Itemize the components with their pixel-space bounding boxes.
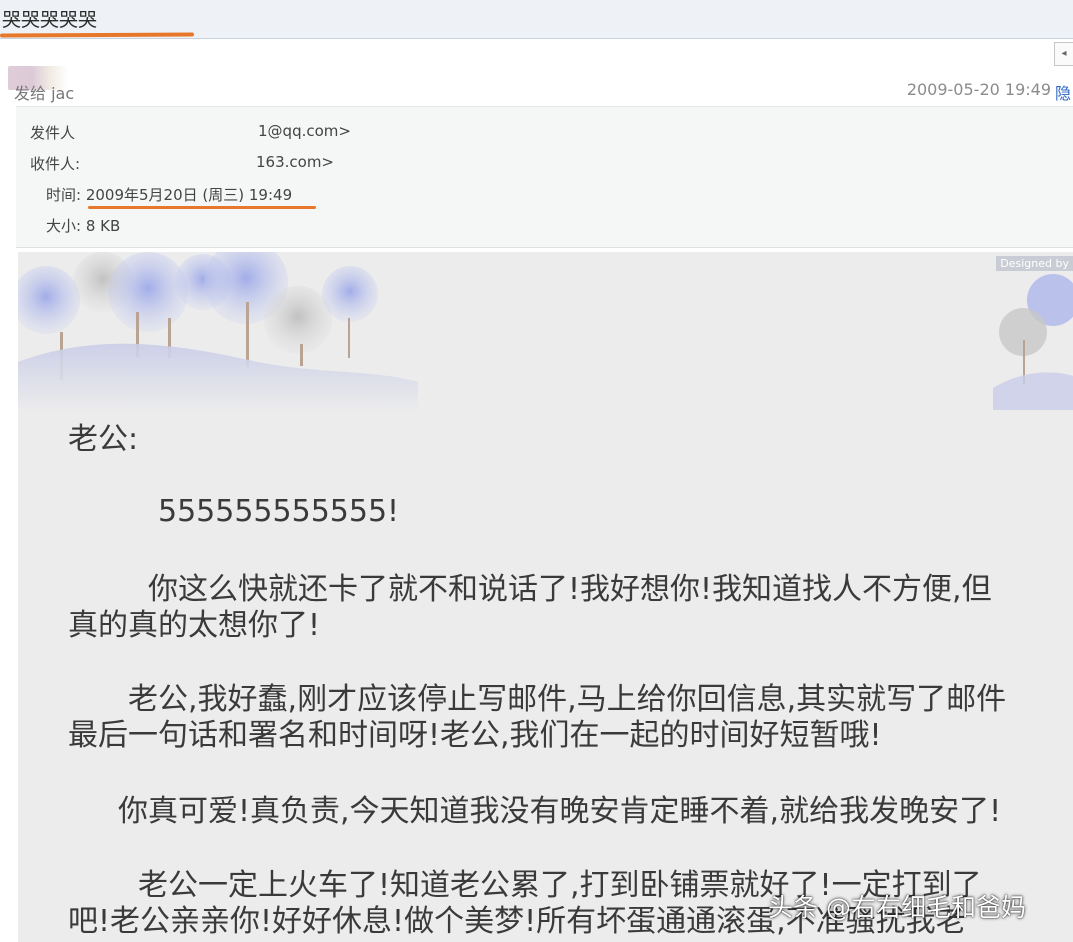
hide-details-link[interactable]: 隐 xyxy=(1055,80,1071,104)
letter-line: 最后一句话和署名和时间呀!老公,我们在一起的时间好短暂哦! xyxy=(68,718,882,753)
tree-banner-illustration xyxy=(18,252,418,412)
letter-line: 你这么快就还卡了就不和说话了!我好想你!我知道找人不方便,但 xyxy=(148,572,992,607)
mail-header-panel xyxy=(16,106,1073,248)
letter-paragraph: 你真可爱!真负责,今天知道我没有晚安肯定睡不着,就给我发晚安了! xyxy=(68,794,1001,830)
from-row: 发件人 xyxy=(30,122,75,143)
from-address[interactable]: 1@qq.com> xyxy=(258,122,351,140)
sender-summary-text: 发给 jac xyxy=(14,84,75,103)
size-row: 大小: 8 KB xyxy=(46,215,120,236)
arrow-left-icon[interactable]: ◂ xyxy=(1054,42,1073,66)
time-label: 时间: xyxy=(46,186,82,204)
letter-greeting: 老公: xyxy=(68,422,139,457)
to-row: 收件人: xyxy=(30,153,80,174)
to-address[interactable]: 163.com> xyxy=(256,153,334,171)
letter-line: 你真可爱!真负责,今天知道我没有晚安肯定睡不着,就给我发晚安了! xyxy=(118,794,1002,829)
designed-by-tag: Designed by xyxy=(996,256,1073,271)
mail-subject-title: 哭哭哭哭哭 xyxy=(2,9,98,31)
watermark-text: 头条 @右右细毛和爸妈 xyxy=(768,893,1026,922)
tree-banner-illustration-right xyxy=(993,274,1073,410)
letter-line: 老公,我好蠢,刚才应该停止写邮件,马上给你回信息,其实就写了邮件 xyxy=(128,682,1007,717)
size-value: 8 KB xyxy=(85,217,121,235)
time-highlight-underline xyxy=(88,206,316,209)
from-label: 发件人 xyxy=(30,124,76,142)
size-label: 大小: xyxy=(46,217,82,235)
letter-line: 真的真的太想你了! xyxy=(68,608,321,643)
letter-paragraph: 老公,我好蠢,刚才应该停止写邮件,马上给你回信息,其实就写了邮件 最后一句话和署… xyxy=(68,682,1006,754)
to-label: 收件人: xyxy=(30,155,81,173)
time-row: 时间: 2009年5月20日 (周三) 19:49 xyxy=(46,184,292,205)
letter-line: 555555555555! xyxy=(158,494,400,529)
letter-paragraph: 你这么快就还卡了就不和说话了!我好想你!我知道找人不方便,但 真的真的太想你了! xyxy=(68,572,992,644)
mail-date: 2009-05-20 19:49 xyxy=(906,80,1051,99)
time-value: 2009年5月20日 (周三) 19:49 xyxy=(85,186,293,204)
